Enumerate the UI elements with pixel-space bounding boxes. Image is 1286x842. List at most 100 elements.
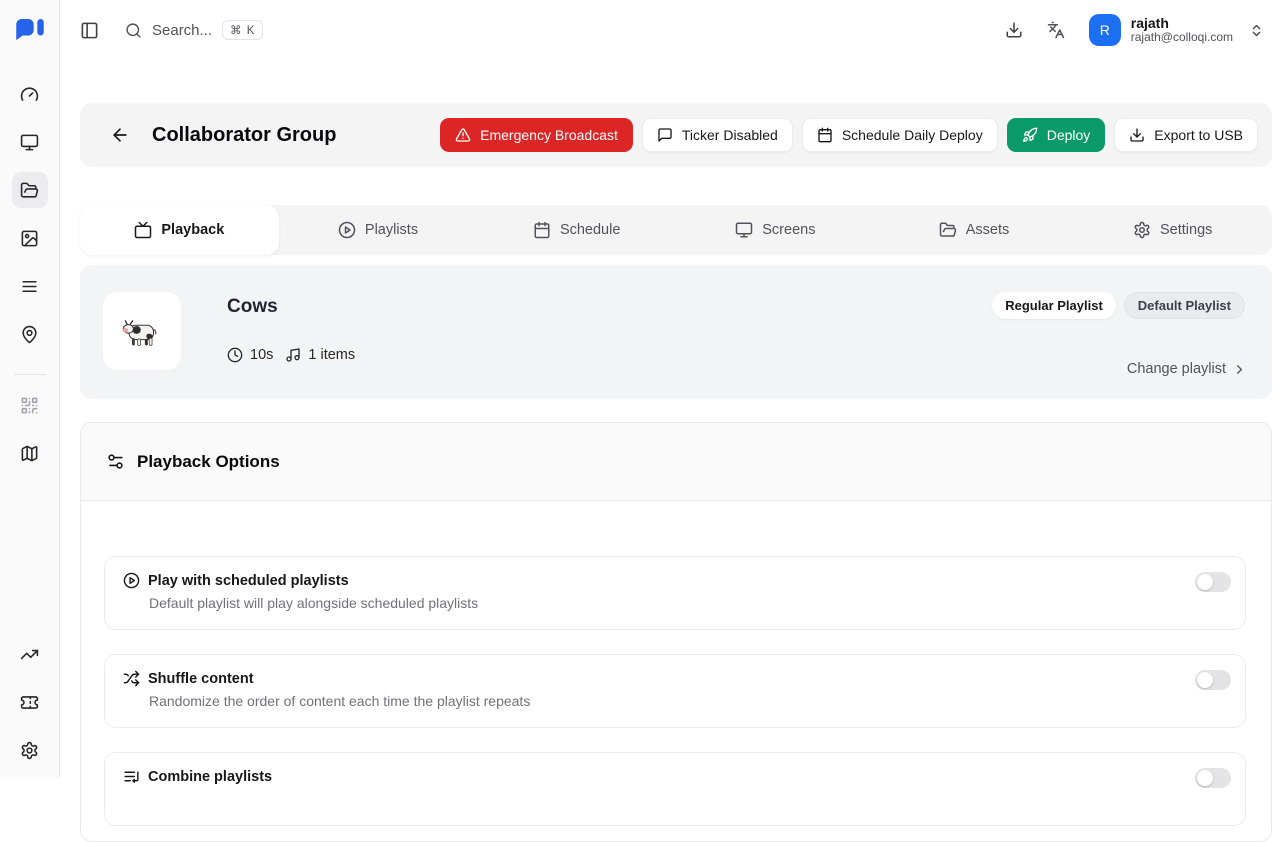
monitor-icon (20, 133, 39, 152)
tab-schedule-label: Schedule (560, 222, 620, 238)
download-icon (1129, 127, 1145, 143)
download-icon (1005, 21, 1023, 39)
main-content: Collaborator Group Emergency Broadcast T… (60, 60, 1286, 778)
sidebar-item-analytics[interactable] (12, 636, 48, 672)
playback-options-header: Playback Options (81, 423, 1271, 501)
tab-screens-label: Screens (762, 222, 815, 238)
tab-playback[interactable]: Playback (80, 205, 279, 255)
emergency-broadcast-label: Emergency Broadcast (480, 127, 618, 143)
default-playlist-card: Cows 10s 1 items Regular Playlist Defaul… (80, 265, 1272, 399)
image-icon (20, 229, 39, 248)
page-header: Collaborator Group Emergency Broadcast T… (80, 103, 1272, 167)
back-button[interactable] (110, 125, 130, 145)
calendar-icon (533, 221, 551, 239)
map-pin-icon (20, 325, 39, 344)
badge-default-playlist: Default Playlist (1124, 292, 1245, 319)
settings-gear-icon (20, 741, 39, 760)
ticker-disabled-label: Ticker Disabled (682, 127, 778, 143)
option-description: Default playlist will play alongside sch… (149, 595, 1245, 611)
tab-playlists[interactable]: Playlists (279, 205, 478, 255)
user-email: rajath@colloqi.com (1131, 31, 1233, 45)
tab-bar: Playback Playlists Schedule Screens Asse… (80, 205, 1272, 255)
panel-left-icon (80, 21, 99, 40)
tab-assets-label: Assets (966, 222, 1010, 238)
chevron-right-icon (1232, 362, 1247, 377)
shuffle-content-toggle[interactable] (1195, 670, 1231, 690)
calendar-icon (817, 127, 833, 143)
badge-regular-playlist: Regular Playlist (992, 292, 1116, 319)
change-playlist-link[interactable]: Change playlist (1127, 361, 1247, 377)
cow-image (119, 308, 165, 354)
brand-logo-icon (15, 19, 45, 41)
list-end-icon (123, 768, 140, 785)
tab-settings[interactable]: Settings (1073, 205, 1272, 255)
translate-button[interactable] (1047, 21, 1065, 39)
monitor-icon (735, 221, 753, 239)
sliders-icon (106, 452, 125, 471)
option-title: Play with scheduled playlists (148, 573, 349, 589)
search-input[interactable]: Search... ⌘ K (125, 20, 263, 40)
playlist-duration-value: 10s (250, 347, 273, 363)
sidebar-item-billing[interactable] (12, 684, 48, 720)
sidebar (0, 60, 60, 778)
sidebar-item-settings[interactable] (12, 732, 48, 768)
map-icon (20, 444, 39, 463)
tab-settings-label: Settings (1160, 222, 1212, 238)
sidebar-item-qr-code[interactable] (12, 387, 48, 423)
avatar: R (1089, 14, 1121, 46)
option-play-with-scheduled: Play with scheduled playlists Default pl… (104, 556, 1246, 630)
tab-playback-label: Playback (161, 222, 224, 238)
user-name: rajath (1131, 15, 1233, 31)
combine-playlists-toggle[interactable] (1195, 768, 1231, 788)
sidebar-toggle-button[interactable] (80, 21, 99, 40)
page-title: Collaborator Group (152, 124, 336, 147)
search-shortcut-kbd: ⌘ K (222, 20, 263, 40)
arrow-left-icon (110, 125, 130, 145)
change-playlist-label: Change playlist (1127, 361, 1226, 377)
ticket-icon (20, 693, 39, 712)
playlist-title: Cows (227, 296, 278, 318)
ticker-disabled-button[interactable]: Ticker Disabled (642, 118, 793, 152)
folder-open-icon (939, 221, 957, 239)
list-icon (20, 277, 39, 296)
sidebar-item-media[interactable] (12, 220, 48, 256)
sidebar-item-screens[interactable] (12, 124, 48, 160)
chevrons-up-down-icon (1249, 23, 1264, 38)
circle-play-icon (338, 221, 356, 239)
option-shuffle-content: Shuffle content Randomize the order of c… (104, 654, 1246, 728)
deploy-button[interactable]: Deploy (1007, 118, 1106, 152)
message-square-icon (657, 127, 673, 143)
download-button[interactable] (1005, 21, 1023, 39)
sidebar-divider (14, 374, 46, 375)
app-logo[interactable] (0, 0, 60, 60)
playback-options-title: Playback Options (137, 452, 280, 472)
user-menu[interactable]: R rajath rajath@colloqi.com (1089, 14, 1264, 46)
search-icon (125, 22, 142, 39)
export-to-usb-label: Export to USB (1154, 127, 1243, 143)
topbar: Search... ⌘ K R rajath rajath@colloqi.co… (0, 0, 1286, 60)
tab-playlists-label: Playlists (365, 222, 418, 238)
tab-screens[interactable]: Screens (676, 205, 875, 255)
tab-assets[interactable]: Assets (875, 205, 1074, 255)
qr-code-icon (20, 396, 39, 415)
schedule-daily-deploy-button[interactable]: Schedule Daily Deploy (802, 118, 998, 152)
sidebar-item-map[interactable] (12, 435, 48, 471)
option-title: Combine playlists (148, 769, 272, 785)
sidebar-item-groups[interactable] (12, 172, 48, 208)
emergency-broadcast-button[interactable]: Emergency Broadcast (440, 118, 633, 152)
rocket-icon (1022, 127, 1038, 143)
export-to-usb-button[interactable]: Export to USB (1114, 118, 1258, 152)
sidebar-item-playlists[interactable] (12, 268, 48, 304)
sidebar-item-locations[interactable] (12, 316, 48, 352)
trending-up-icon (20, 645, 39, 664)
deploy-label: Deploy (1047, 127, 1091, 143)
option-title: Shuffle content (148, 671, 254, 687)
tab-schedule[interactable]: Schedule (477, 205, 676, 255)
folder-open-icon (20, 181, 39, 200)
option-combine-playlists: Combine playlists (104, 752, 1246, 826)
playback-options-section: Playback Options Play with scheduled pla… (80, 422, 1272, 842)
clock-icon (227, 347, 243, 363)
playlist-duration: 10s (227, 347, 273, 363)
play-with-scheduled-toggle[interactable] (1195, 572, 1231, 592)
sidebar-item-dashboard[interactable] (12, 76, 48, 112)
